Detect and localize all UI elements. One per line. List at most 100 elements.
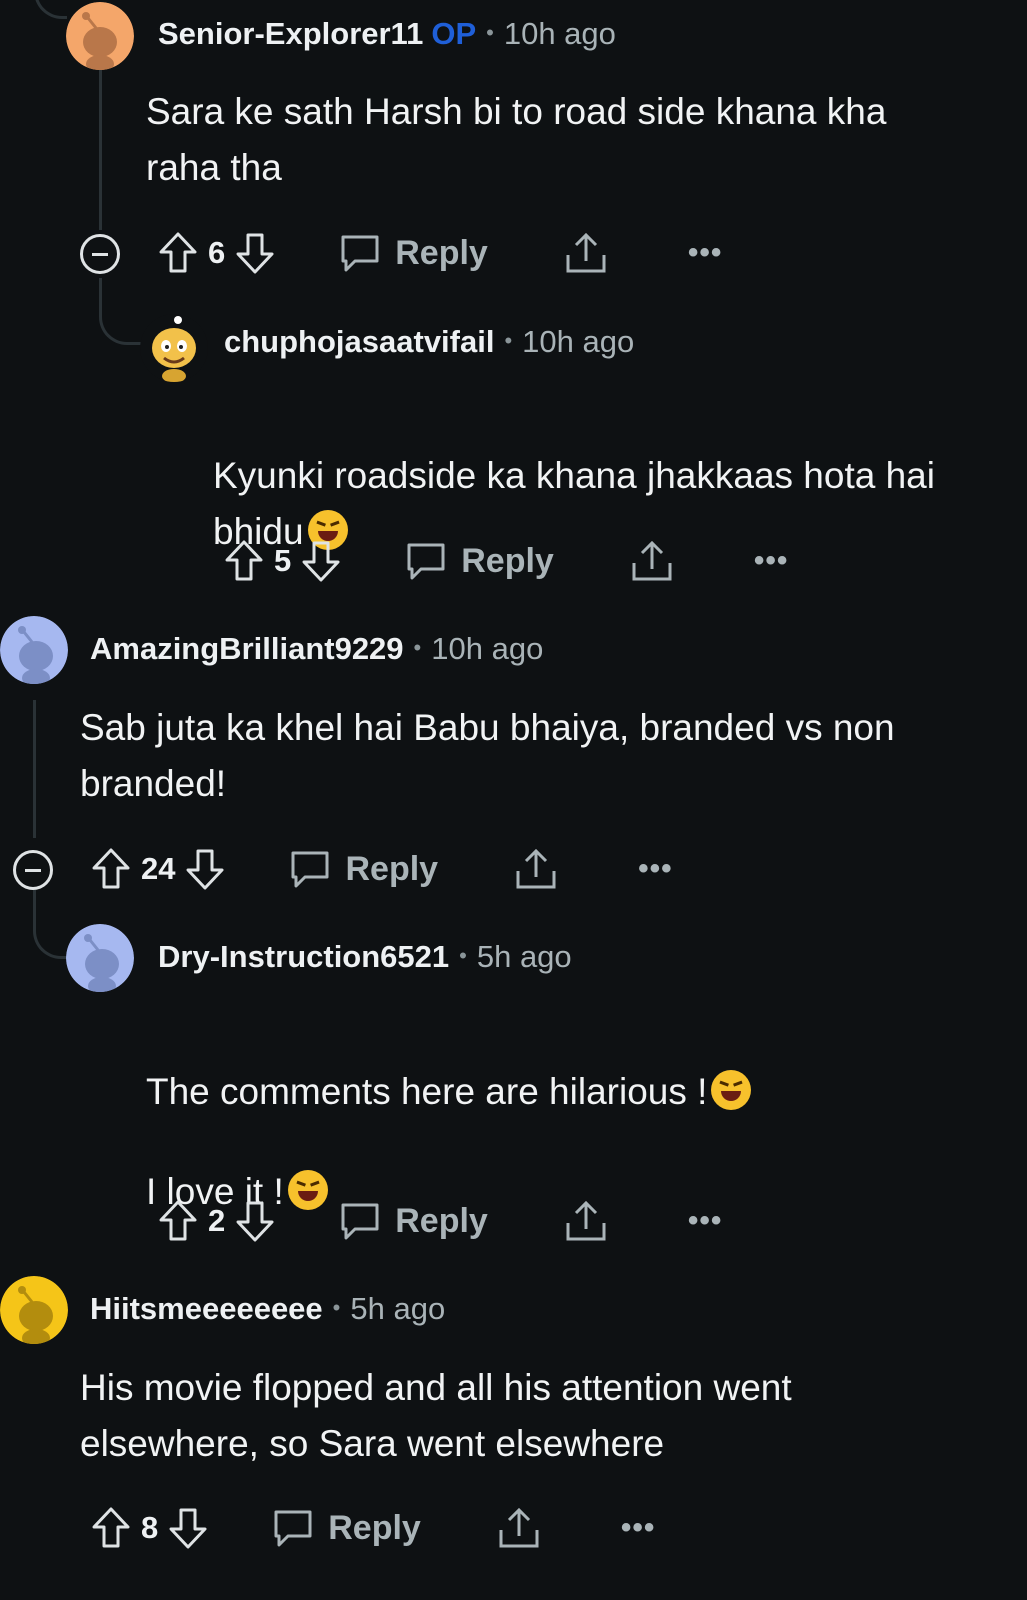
reply-bubble-icon (407, 543, 445, 580)
downvote-arrow-icon (169, 1508, 207, 1549)
thread-line (99, 70, 102, 230)
share-button[interactable] (564, 231, 608, 275)
share-icon (566, 232, 606, 273)
upvote-arrow-icon (92, 1507, 130, 1548)
more-options-button[interactable]: ••• (688, 236, 723, 270)
separator-dot: • (504, 328, 513, 353)
more-options-icon: ••• (687, 1204, 723, 1237)
thread-connector (33, 890, 69, 959)
separator-dot: • (459, 943, 467, 968)
downvote-arrow-icon (236, 233, 274, 274)
reply-button[interactable]: Reply (339, 1201, 488, 1241)
username[interactable]: Hiitsmeeeeeeee (90, 1291, 323, 1326)
share-icon (516, 848, 556, 889)
comment-text: The comments here are hilarious ! (146, 1071, 708, 1112)
downvote-button[interactable] (185, 847, 225, 891)
share-button[interactable] (630, 539, 674, 583)
more-options-button[interactable]: ••• (621, 1511, 656, 1545)
username[interactable]: Senior-Explorer11 (158, 16, 423, 51)
collapse-thread-button[interactable] (80, 234, 120, 274)
timestamp: 10h ago (503, 16, 616, 51)
downvote-arrow-icon (236, 1201, 274, 1242)
more-options-icon: ••• (687, 236, 723, 269)
snoo-avatar-icon (66, 924, 134, 992)
reply-label: Reply (395, 233, 488, 272)
more-options-button[interactable]: ••• (638, 852, 673, 886)
reply-label: Reply (395, 1201, 488, 1240)
upvote-button[interactable] (91, 847, 131, 891)
upvote-button[interactable] (91, 1506, 131, 1550)
comment-actions: 8 Reply ••• (91, 1503, 655, 1553)
avatar[interactable] (140, 314, 208, 382)
reply-label: Reply (461, 541, 554, 580)
timestamp: 10h ago (522, 324, 635, 359)
comment-meta: AmazingBrilliant9229 • 10h ago (90, 631, 543, 667)
avatar[interactable] (66, 2, 134, 70)
comment-meta: chuphojasaatvifail • 10h ago (224, 324, 634, 360)
more-options-button[interactable]: ••• (754, 544, 789, 578)
vote-score: 8 (141, 1510, 159, 1545)
username[interactable]: chuphojasaatvifail (224, 324, 494, 359)
reply-label: Reply (328, 1508, 421, 1547)
downvote-button[interactable] (168, 1506, 208, 1550)
share-icon (632, 540, 672, 581)
downvote-button[interactable] (301, 539, 341, 583)
timestamp: 5h ago (350, 1291, 446, 1326)
reply-button[interactable]: Reply (405, 541, 554, 581)
share-button[interactable] (514, 847, 558, 891)
thread-connector (34, 0, 67, 19)
upvote-button[interactable] (158, 231, 198, 275)
username[interactable]: AmazingBrilliant9229 (90, 631, 404, 666)
vote-score: 24 (141, 851, 176, 886)
vote-score: 6 (208, 235, 226, 270)
upvote-button[interactable] (158, 1199, 198, 1243)
downvote-button[interactable] (235, 231, 275, 275)
more-options-icon: ••• (620, 1511, 656, 1544)
more-options-icon: ••• (638, 852, 673, 885)
thread-connector (99, 278, 142, 345)
snoo-avatar-icon (0, 616, 68, 684)
snoo-avatar-icon (140, 314, 208, 382)
username[interactable]: Dry-Instruction6521 (158, 939, 449, 974)
comment-meta: Hiitsmeeeeeeee • 5h ago (90, 1291, 445, 1327)
downvote-button[interactable] (235, 1199, 275, 1243)
comment-body: His movie flopped and all his attention … (80, 1367, 792, 1464)
comment-actions: 6 Reply ••• (158, 228, 722, 278)
share-button[interactable] (497, 1506, 541, 1550)
reply-bubble-icon (341, 1203, 379, 1240)
timestamp: 10h ago (431, 631, 544, 666)
upvote-button[interactable] (224, 539, 264, 583)
op-badge: OP (431, 16, 477, 51)
share-button[interactable] (564, 1199, 608, 1243)
collapse-thread-button[interactable] (13, 850, 53, 890)
comment-actions: 24 Reply ••• (91, 844, 673, 894)
reply-button[interactable]: Reply (272, 1508, 421, 1548)
comment-body: Kyunki roadside ka khana jhakkaas hota h… (213, 392, 935, 560)
reply-label: Reply (345, 849, 439, 888)
comment-actions: 2 Reply ••• (158, 1196, 722, 1246)
upvote-arrow-icon (159, 1200, 197, 1241)
avatar[interactable] (0, 1276, 68, 1344)
timestamp: 5h ago (476, 939, 572, 974)
more-options-button[interactable]: ••• (688, 1204, 723, 1238)
more-options-icon: ••• (753, 544, 789, 577)
share-icon (566, 1200, 606, 1241)
reply-bubble-icon (274, 1510, 312, 1547)
reply-button[interactable]: Reply (339, 233, 488, 273)
reply-bubble-icon (341, 235, 379, 272)
vote-score: 2 (208, 1203, 226, 1238)
avatar[interactable] (0, 616, 68, 684)
comment-body: Sab juta ka khel hai Babu bhaiya, brande… (80, 707, 895, 804)
grinning-squinting-face-emoji-icon (711, 1070, 752, 1110)
reply-button[interactable]: Reply (289, 849, 438, 889)
comment-meta: Dry-Instruction6521 • 5h ago (158, 939, 572, 975)
downvote-arrow-icon (186, 849, 224, 890)
separator-dot: • (486, 20, 494, 45)
separator-dot: • (332, 1295, 341, 1320)
avatar[interactable] (66, 924, 134, 992)
snoo-avatar-icon (66, 2, 134, 70)
snoo-avatar-icon (0, 1276, 68, 1344)
comment-body-line: The comments here are hilarious ! (146, 1008, 752, 1120)
downvote-arrow-icon (302, 541, 340, 582)
comment-meta: Senior-Explorer11 OP • 10h ago (158, 16, 616, 52)
